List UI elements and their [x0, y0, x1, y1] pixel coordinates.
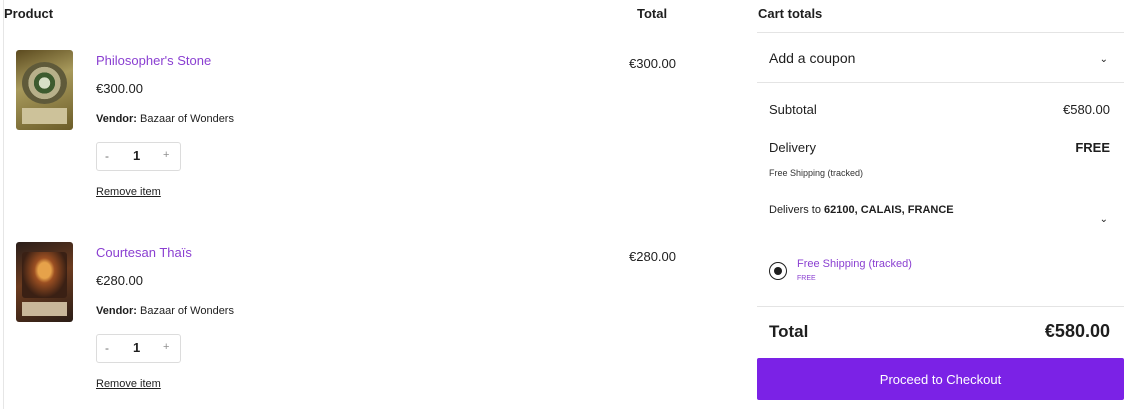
- product-name-link[interactable]: Courtesan Thaïs: [96, 245, 192, 260]
- remove-item-link[interactable]: Remove item: [96, 378, 161, 390]
- quantity-value[interactable]: 1: [133, 340, 140, 355]
- line-total: €280.00: [629, 249, 676, 264]
- coupon-label[interactable]: Add a coupon: [769, 50, 855, 66]
- cart-page: Product Total Philosopher's Stone €300.0…: [0, 0, 1130, 409]
- quantity-stepper: - 1 +: [96, 334, 181, 363]
- product-price: €280.00: [96, 273, 143, 288]
- proceed-to-checkout-button[interactable]: Proceed to Checkout: [757, 358, 1124, 400]
- subtotal-value: €580.00: [1063, 102, 1110, 117]
- divider: [757, 306, 1124, 307]
- total-value: €580.00: [1044, 321, 1110, 341]
- divider: [757, 82, 1124, 83]
- vendor-name: Bazaar of Wonders: [140, 305, 234, 317]
- cart-totals-title: Cart totals: [758, 6, 823, 21]
- divider: [757, 32, 1124, 33]
- total-label: Total: [769, 322, 809, 341]
- cart-totals-panel: Cart totals Add a coupon ⌄ Subtotal €580…: [757, 0, 1124, 409]
- delivery-label: Delivery: [769, 140, 816, 155]
- card-artwork: [22, 252, 67, 298]
- increase-quantity-button[interactable]: +: [163, 341, 169, 353]
- shipping-option-price: FREE: [797, 275, 816, 282]
- product-image[interactable]: [16, 242, 73, 322]
- card-text-box: [22, 302, 67, 316]
- product-vendor: Vendor: Bazaar of Wonders: [96, 305, 234, 317]
- radio-selected-icon[interactable]: [769, 262, 787, 280]
- delivery-address[interactable]: Delivers to 62100, CALAIS, FRANCE: [769, 204, 954, 216]
- decrease-quantity-button[interactable]: -: [105, 341, 109, 355]
- delivery-method: Free Shipping (tracked): [769, 168, 864, 178]
- remove-item-link[interactable]: Remove item: [96, 186, 161, 198]
- delivers-to-prefix: Delivers to: [769, 204, 821, 216]
- chevron-down-icon[interactable]: ⌄: [1100, 54, 1108, 65]
- delivery-value: FREE: [1075, 140, 1110, 155]
- subtotal-label: Subtotal: [769, 102, 817, 117]
- shipping-option-label[interactable]: Free Shipping (tracked): [797, 258, 912, 270]
- vendor-label: Vendor:: [96, 305, 137, 317]
- cart-item: Courtesan Thaïs €280.00 Vendor: Bazaar o…: [0, 0, 740, 390]
- chevron-down-icon[interactable]: ⌄: [1100, 214, 1108, 225]
- delivers-to-address: 62100, CALAIS, FRANCE: [824, 204, 954, 216]
